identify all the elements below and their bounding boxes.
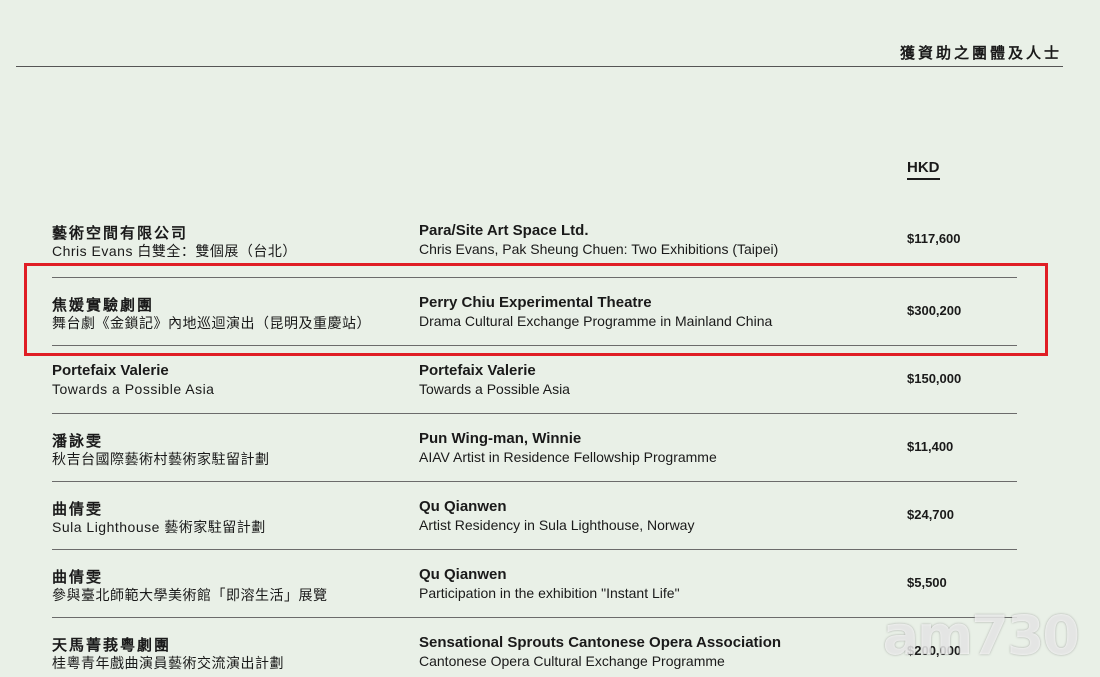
english-grantee-name: Sensational Sprouts Cantonese Opera Asso…: [419, 634, 782, 651]
grant-amount: $24,700: [907, 507, 954, 522]
english-project-title: Towards a Possible Asia: [419, 381, 570, 397]
chinese-project-title: 桂粵青年戲曲演員藝術交流演出計劃: [52, 655, 284, 671]
row-divider: [52, 549, 1017, 550]
grant-amount: $11,400: [907, 439, 954, 454]
row-divider: [52, 481, 1017, 482]
header-divider: [16, 66, 1063, 67]
chinese-grantee-name: Portefaix Valerie: [52, 362, 169, 379]
grant-amount: $117,600: [907, 231, 961, 246]
grant-row: 天馬菁莪粵劇團 桂粵青年戲曲演員藝術交流演出計劃 Sensational Spr…: [52, 634, 1017, 677]
chinese-project-title: Towards a Possible Asia: [52, 381, 215, 397]
english-grantee-name: Pun Wing-man, Winnie: [419, 430, 582, 447]
chinese-grantee-name: 藝術空間有限公司: [52, 225, 189, 242]
chinese-project-title: 參與臺北師範大學美術館「即溶生活」展覽: [52, 587, 328, 603]
english-project-title: Chris Evans, Pak Sheung Chuen: Two Exhib…: [419, 241, 779, 257]
english-project-title: Cantonese Opera Cultural Exchange Progra…: [419, 653, 725, 669]
grant-row: 曲倩雯 Sula Lighthouse 藝術家駐留計劃 Qu Qianwen A…: [52, 498, 1017, 566]
grant-amount: $150,000: [907, 371, 962, 386]
row-divider: [52, 413, 1017, 414]
english-project-title: AIAV Artist in Residence Fellowship Prog…: [419, 449, 717, 465]
chinese-project-title: Sula Lighthouse 藝術家駐留計劃: [52, 519, 266, 535]
grant-row: 潘詠雯 秋吉台國際藝術村藝術家駐留計劃 Pun Wing-man, Winnie…: [52, 430, 1017, 498]
chinese-grantee-name: 曲倩雯: [52, 569, 104, 586]
am730-watermark-logo: am730: [882, 604, 1080, 667]
chinese-grantee-name: 曲倩雯: [52, 501, 104, 518]
english-grantee-name: Qu Qianwen: [419, 566, 507, 583]
page-header-title: 獲資助之團體及人士: [899, 44, 1062, 62]
chinese-project-title: 秋吉台國際藝術村藝術家駐留計劃: [52, 451, 270, 467]
english-grantee-name: Para/Site Art Space Ltd.: [419, 222, 589, 239]
chinese-grantee-name: 天馬菁莪粵劇團: [52, 637, 172, 654]
english-project-title: Artist Residency in Sula Lighthouse, Nor…: [419, 517, 695, 533]
english-grantee-name: Qu Qianwen: [419, 498, 507, 515]
highlight-annotation-box: [24, 263, 1048, 356]
grant-row: 曲倩雯 參與臺北師範大學美術館「即溶生活」展覽 Qu Qianwen Parti…: [52, 566, 1017, 634]
grant-amount: $5,500: [907, 575, 947, 590]
currency-column-header: HKD: [907, 159, 940, 180]
chinese-project-title: Chris Evans 白雙全：雙個展（台北）: [52, 243, 297, 259]
row-divider: [52, 617, 1017, 618]
english-project-title: Participation in the exhibition "Instant…: [419, 585, 680, 601]
grant-row: Portefaix Valerie Towards a Possible Asi…: [52, 362, 1017, 430]
english-grantee-name: Portefaix Valerie: [419, 362, 536, 379]
chinese-grantee-name: 潘詠雯: [52, 433, 104, 450]
